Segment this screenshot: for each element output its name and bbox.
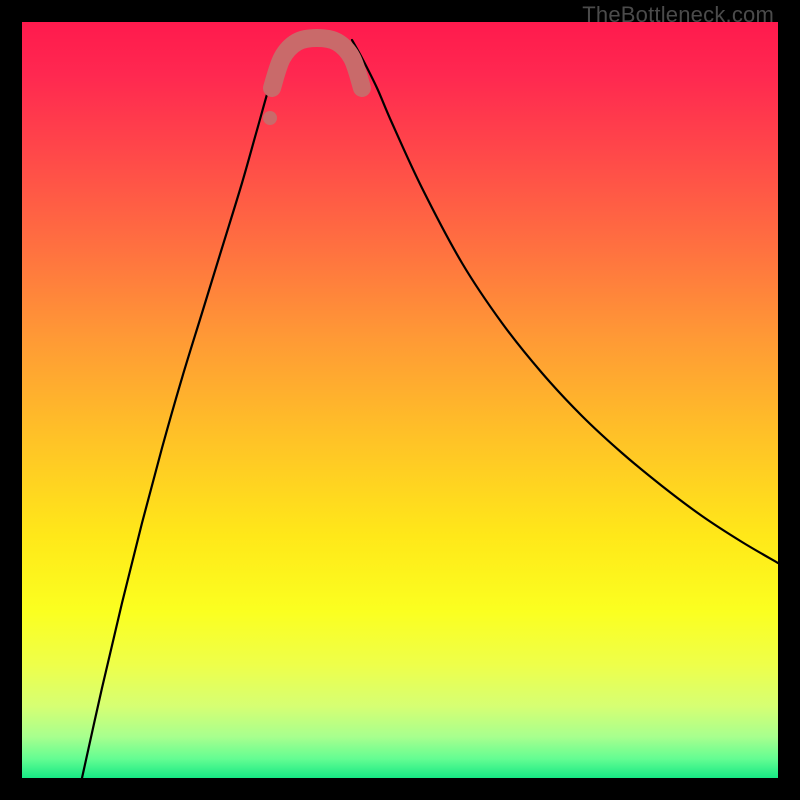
right-curve xyxy=(352,40,778,563)
left-curve xyxy=(82,40,302,778)
curves-layer xyxy=(22,22,778,778)
pink-dot xyxy=(263,111,277,125)
chart-area xyxy=(22,22,778,778)
pink-valley xyxy=(272,38,362,88)
